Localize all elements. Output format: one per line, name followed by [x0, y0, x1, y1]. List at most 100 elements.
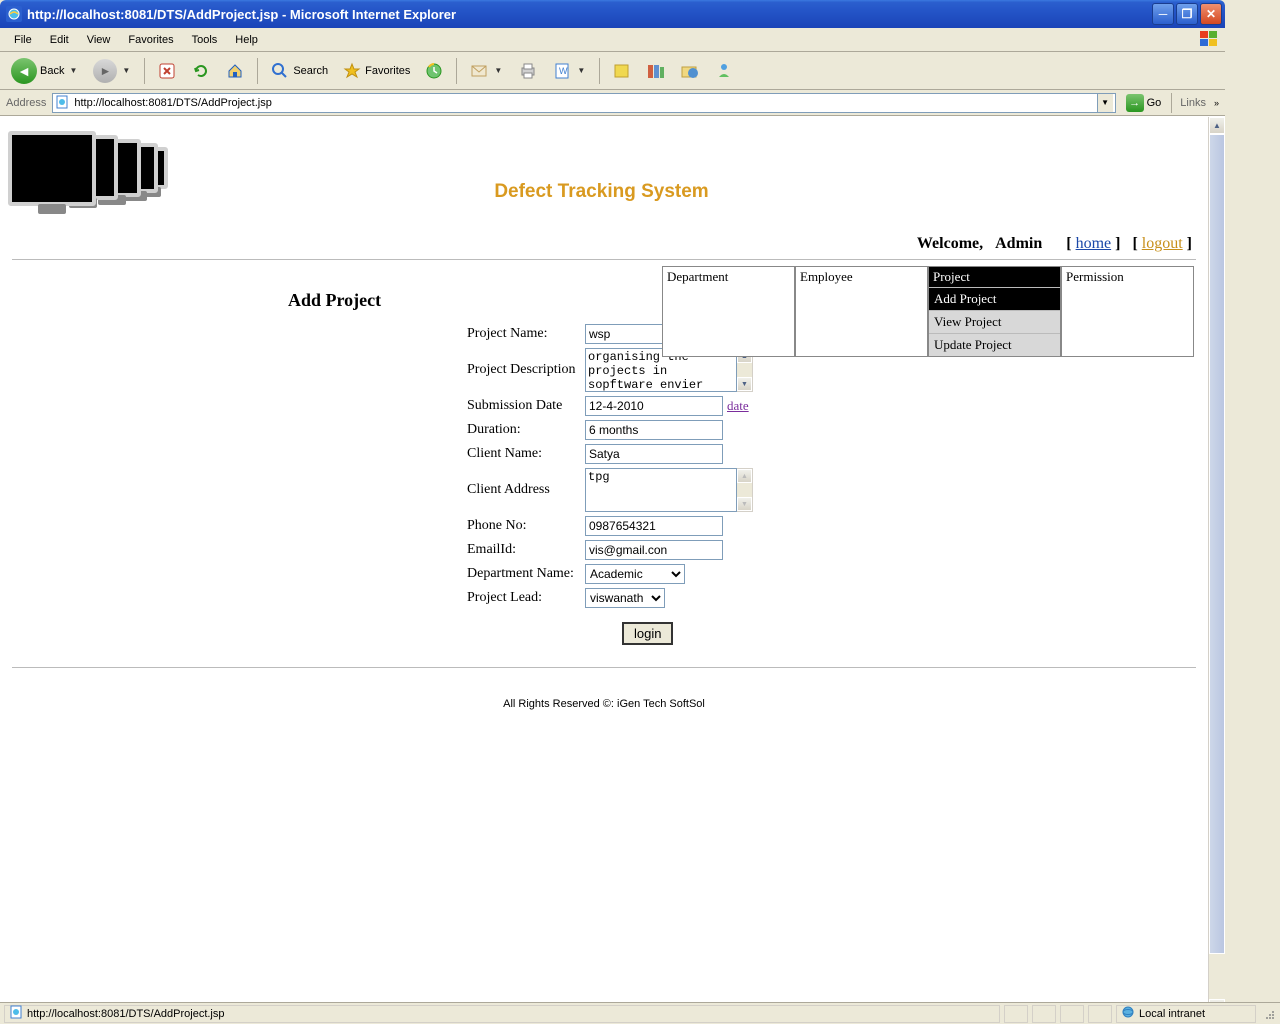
label-phone: Phone No:: [467, 518, 585, 534]
toolbar: ◄ Back ▼ ► ▼ Search Favorites ▼ W▼: [0, 52, 1225, 90]
go-label: Go: [1147, 97, 1162, 109]
status-cell-4: [1088, 1005, 1112, 1023]
favorites-button[interactable]: Favorites: [337, 58, 415, 84]
encode-button[interactable]: [675, 58, 705, 84]
logout-link[interactable]: logout: [1142, 235, 1183, 252]
input-client-name[interactable]: [585, 444, 723, 464]
label-lead: Project Lead:: [467, 590, 585, 606]
forward-dropdown-icon[interactable]: ▼: [120, 66, 132, 75]
label-project-name: Project Name:: [467, 326, 585, 342]
nav-department[interactable]: Department: [662, 266, 795, 357]
mail-icon: [469, 61, 489, 81]
history-icon: [424, 61, 444, 81]
textarea-client-address[interactable]: tpg: [585, 468, 737, 512]
messenger-button[interactable]: [709, 58, 739, 84]
divider: [12, 259, 1196, 260]
print-button[interactable]: [513, 58, 543, 84]
status-cell-3: [1060, 1005, 1084, 1023]
research-button[interactable]: [641, 58, 671, 84]
minimize-button[interactable]: ─: [1152, 3, 1174, 25]
windows-logo-icon: [1199, 30, 1221, 50]
note-icon: [612, 61, 632, 81]
input-duration[interactable]: [585, 420, 723, 440]
links-chevron-icon[interactable]: »: [1214, 98, 1219, 108]
menu-favorites[interactable]: Favorites: [120, 31, 181, 49]
nav-project-submenu: Add Project View Project Update Project: [929, 287, 1060, 356]
close-button[interactable]: ✕: [1200, 3, 1222, 25]
menu-help[interactable]: Help: [227, 31, 266, 49]
date-picker-link[interactable]: date: [727, 398, 749, 414]
back-button[interactable]: ◄ Back ▼: [6, 55, 84, 87]
status-text: http://localhost:8081/DTS/AddProject.jsp: [27, 1008, 225, 1020]
label-description: Project Description: [467, 362, 585, 378]
status-cell-2: [1032, 1005, 1056, 1023]
links-separator: [1171, 93, 1172, 113]
nav-employee[interactable]: Employee: [795, 266, 928, 357]
star-icon: [342, 61, 362, 81]
menu-bar: File Edit View Favorites Tools Help: [0, 28, 1225, 52]
refresh-button[interactable]: [186, 58, 216, 84]
home-icon: [225, 61, 245, 81]
go-arrow-icon: →: [1126, 94, 1144, 112]
welcome-line: Welcome, Admin [ home ] [ logout ]: [0, 227, 1208, 257]
toolbar-separator: [456, 58, 457, 84]
nav-sub-view-project[interactable]: View Project: [929, 310, 1060, 333]
resize-grip-icon[interactable]: [1260, 1007, 1276, 1021]
menu-edit[interactable]: Edit: [42, 31, 77, 49]
home-link[interactable]: home: [1076, 235, 1112, 252]
maximize-button[interactable]: ❐: [1176, 3, 1198, 25]
address-label: Address: [6, 97, 46, 109]
nav-permission[interactable]: Permission: [1061, 266, 1194, 357]
address-dropdown-icon[interactable]: ▼: [1097, 94, 1113, 112]
forward-arrow-icon: ►: [93, 59, 117, 83]
status-zone: Local intranet: [1116, 1005, 1256, 1023]
messenger-icon: [714, 61, 734, 81]
status-bar: http://localhost:8081/DTS/AddProject.jsp…: [0, 1002, 1280, 1024]
submit-button[interactable]: login: [622, 622, 673, 645]
go-button[interactable]: → Go: [1122, 93, 1166, 113]
divider: [12, 667, 1196, 668]
nav-sub-update-project[interactable]: Update Project: [929, 333, 1060, 356]
input-submission-date[interactable]: [585, 396, 723, 416]
scroll-down-icon[interactable]: ▼: [737, 497, 752, 511]
select-lead[interactable]: viswanath: [585, 588, 665, 608]
back-dropdown-icon[interactable]: ▼: [67, 66, 79, 75]
address-bar: Address ▼ → Go Links »: [0, 90, 1225, 116]
scroll-up-icon[interactable]: ▲: [1209, 117, 1225, 134]
mail-button[interactable]: ▼: [464, 58, 509, 84]
edit-dropdown-icon[interactable]: ▼: [575, 66, 587, 75]
label-submission-date: Submission Date: [467, 398, 585, 414]
forward-button[interactable]: ► ▼: [88, 56, 137, 86]
menu-tools[interactable]: Tools: [184, 31, 226, 49]
toolbar-separator: [144, 58, 145, 84]
input-phone[interactable]: [585, 516, 723, 536]
scroll-thumb[interactable]: [1209, 134, 1225, 954]
print-icon: [518, 61, 538, 81]
menu-view[interactable]: View: [79, 31, 119, 49]
edit-icon: W: [552, 61, 572, 81]
links-label[interactable]: Links: [1178, 97, 1208, 109]
address-input[interactable]: [74, 97, 1096, 109]
stop-button[interactable]: [152, 58, 182, 84]
welcome-text: Welcome,: [917, 235, 983, 252]
scroll-down-icon[interactable]: ▼: [737, 377, 752, 391]
nav-sub-add-project[interactable]: Add Project: [929, 287, 1060, 310]
vertical-scrollbar[interactable]: ▲ ▼: [1208, 117, 1225, 1016]
history-button[interactable]: [419, 58, 449, 84]
search-button[interactable]: Search: [265, 58, 333, 84]
discuss-button[interactable]: [607, 58, 637, 84]
scroll-up-icon[interactable]: ▲: [737, 469, 752, 483]
mail-dropdown-icon[interactable]: ▼: [492, 66, 504, 75]
home-button[interactable]: [220, 58, 250, 84]
status-text-cell: http://localhost:8081/DTS/AddProject.jsp: [4, 1005, 1000, 1023]
edit-button[interactable]: W▼: [547, 58, 592, 84]
addr-scrollbar[interactable]: ▲ ▼: [737, 468, 753, 512]
menu-file[interactable]: File: [6, 31, 40, 49]
input-email[interactable]: [585, 540, 723, 560]
label-email: EmailId:: [467, 542, 585, 558]
svg-text:W: W: [559, 66, 568, 76]
main-area: Add Project Department Employee Project …: [0, 262, 1208, 649]
nav-project[interactable]: Project Add Project View Project Update …: [928, 266, 1061, 357]
select-department[interactable]: Academic: [585, 564, 685, 584]
label-duration: Duration:: [467, 422, 585, 438]
